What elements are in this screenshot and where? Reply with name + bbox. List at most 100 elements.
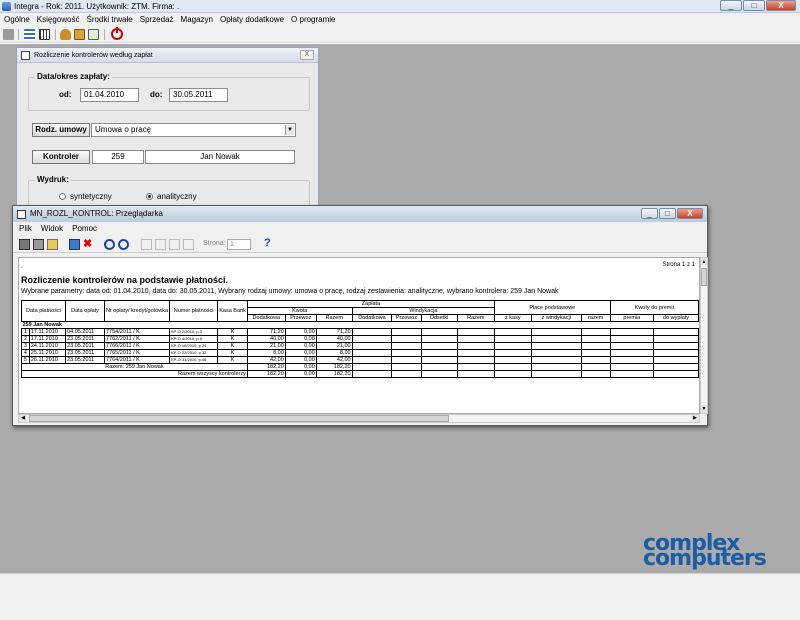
total-razem: 182,20 [315, 370, 353, 378]
col-z-kasy: z kasy [494, 314, 532, 322]
grid-icon[interactable] [39, 29, 50, 40]
vertical-scrollbar[interactable]: ▲ ▼ [700, 257, 708, 414]
total-dodatkowa: 182,20 [246, 370, 286, 378]
list-icon[interactable] [24, 29, 35, 40]
cell-razem: 40,00 [315, 335, 353, 343]
menu-item-o-programie[interactable]: O programie [287, 13, 338, 26]
calendar-check-icon[interactable] [88, 29, 99, 40]
print-type-label: Wydruk: [35, 175, 71, 184]
first-page-icon[interactable] [141, 239, 152, 250]
radio-synthetic[interactable] [59, 193, 66, 200]
col-place-razem: razem [580, 314, 611, 322]
subtotal-row: Razem: 259 Jan Nowak 182,20 0,00 182,20 [21, 363, 699, 371]
viewer-minimize-button[interactable]: _ [641, 208, 658, 219]
cell-nr-oplaty: 7754/2011 / K [103, 328, 171, 336]
toolbar-separator [104, 29, 105, 40]
cell-data-platnosci: 26.11.2010 [28, 356, 67, 364]
contract-type-select[interactable]: Umowa o pracę ▼ [91, 123, 296, 137]
col-windykacja-dodatkowa: Dodatkowa [351, 314, 393, 322]
date-to-field[interactable]: 30.05.2011 [169, 88, 228, 102]
date-from-label: od: [59, 90, 72, 99]
scroll-right-icon[interactable]: ▶ [691, 415, 699, 422]
radio-analytic[interactable] [146, 193, 153, 200]
print-icon[interactable] [19, 239, 30, 250]
row-lp: 5 [21, 356, 30, 364]
viewer-close-button[interactable]: X [677, 208, 703, 219]
horizontal-scrollbar[interactable]: ◀ ▶ [18, 414, 700, 423]
hscroll-thumb[interactable] [29, 415, 449, 422]
zoom-out-icon[interactable] [118, 239, 129, 250]
last-page-icon[interactable] [183, 239, 194, 250]
minimize-button[interactable]: _ [720, 0, 742, 11]
col-windykacja-odsetki: Odsetki [420, 314, 458, 322]
subtotal-przewoz: 0,00 [284, 363, 317, 371]
col-premia: premia [609, 314, 655, 322]
close-button[interactable]: X [766, 0, 796, 11]
prev-page-icon[interactable] [155, 239, 166, 250]
viewer-title: MN_ROZL_KONTROL: Przeglądarka [30, 209, 163, 218]
report-title: Rozliczenie kontrolerów na podstawie pła… [21, 275, 229, 285]
viewer-menu-plik[interactable]: Plik [13, 223, 35, 235]
menu-item-srodki-trwale[interactable]: Środki trwałe [82, 13, 135, 26]
report-viewer-window: MN_ROZL_KONTROL: Przeglądarka _ □ X Plik… [12, 205, 708, 426]
viewer-menu-pomoc[interactable]: Pomoc [66, 223, 100, 235]
col-kwota-dodatkowa: Dodatkowa [246, 314, 286, 322]
lock-icon[interactable] [74, 29, 85, 40]
scroll-down-icon[interactable]: ▼ [701, 405, 707, 413]
maximize-button[interactable]: □ [743, 0, 765, 11]
viewer-maximize-button[interactable]: □ [659, 208, 676, 219]
print-setup-icon[interactable] [33, 239, 44, 250]
help-icon[interactable]: ? [264, 237, 271, 249]
page-input[interactable]: 1 [227, 239, 251, 250]
scroll-thumb[interactable] [701, 268, 707, 286]
date-from-field[interactable]: 01.04.2010 [80, 88, 139, 102]
subtotal-label: Razem: 259 Jan Nowak [21, 363, 248, 371]
cell-dodatkowa: 71,20 [246, 328, 286, 336]
scroll-up-icon[interactable]: ▲ [701, 258, 707, 266]
col-windykacja-przewoz: Przewoz [391, 314, 422, 322]
col-windykacja: Windykacja [351, 307, 496, 315]
image-icon[interactable] [69, 239, 80, 250]
menu-item-magazyn[interactable]: Magazyn [177, 13, 216, 26]
zoom-in-icon[interactable] [104, 239, 115, 250]
cell-przewoz: 0,00 [284, 356, 317, 364]
cell-dodatkowa: 40,00 [246, 335, 286, 343]
cell-nr-oplaty: 7766/2011 / K [103, 342, 171, 350]
app-logo-icon [2, 2, 11, 11]
toolbar-separator [18, 29, 19, 40]
total-przewoz: 0,00 [284, 370, 317, 378]
main-toolbar [0, 26, 800, 43]
col-kwoty-premii: Kwoty do premii [609, 300, 699, 315]
export-icon[interactable] [47, 239, 58, 250]
viewer-menu-widok[interactable]: Widok [35, 223, 66, 235]
cell-data-oplaty: 04.05.2011 [65, 328, 105, 336]
viewer-title-bar: MN_ROZL_KONTROL: Przeglądarka _ □ X [13, 206, 707, 222]
cell-razem: 21,00 [315, 342, 353, 350]
next-page-icon[interactable] [169, 239, 180, 250]
toolbar-separator [55, 29, 56, 40]
scroll-left-icon[interactable]: ◀ [19, 415, 27, 422]
power-icon[interactable] [111, 27, 123, 40]
close-report-icon[interactable]: ✖ [83, 239, 94, 250]
dialog-close-button[interactable]: X [300, 50, 314, 60]
controller-button[interactable]: Kontroler [32, 150, 90, 164]
menu-item-sprzedaz[interactable]: Sprzedaż [136, 13, 177, 26]
cell-numer-platnosci: KP-O 2/2010, p.3 [169, 328, 219, 336]
users-icon[interactable] [60, 29, 71, 40]
cell-nr-oplaty: 7764/2011 / K [103, 356, 171, 364]
cell-kasa-bank: K [217, 349, 248, 357]
row-lp: 1 [21, 328, 30, 336]
viewer-window-controls: _ □ X [641, 208, 703, 219]
cell-dodatkowa: 42,00 [246, 356, 286, 364]
subtotal-dodatkowa: 182,20 [246, 363, 286, 371]
menu-item-ksiegowosc[interactable]: Księgowość [33, 13, 83, 26]
cell-przewoz: 0,00 [284, 335, 317, 343]
controller-name-field: Jan Nowak [145, 150, 295, 164]
menu-item-ogolne[interactable]: Ogólne [0, 13, 33, 26]
controller-id-field[interactable]: 259 [92, 150, 144, 164]
contract-type-button[interactable]: Rodz. umowy [32, 123, 90, 137]
menu-item-oplaty-dodatkowe[interactable]: Opłaty dodatkowe [216, 13, 287, 26]
tool-icon[interactable] [3, 29, 14, 40]
chevron-down-icon[interactable]: ▼ [285, 125, 294, 135]
dialog-window-icon [21, 51, 30, 60]
